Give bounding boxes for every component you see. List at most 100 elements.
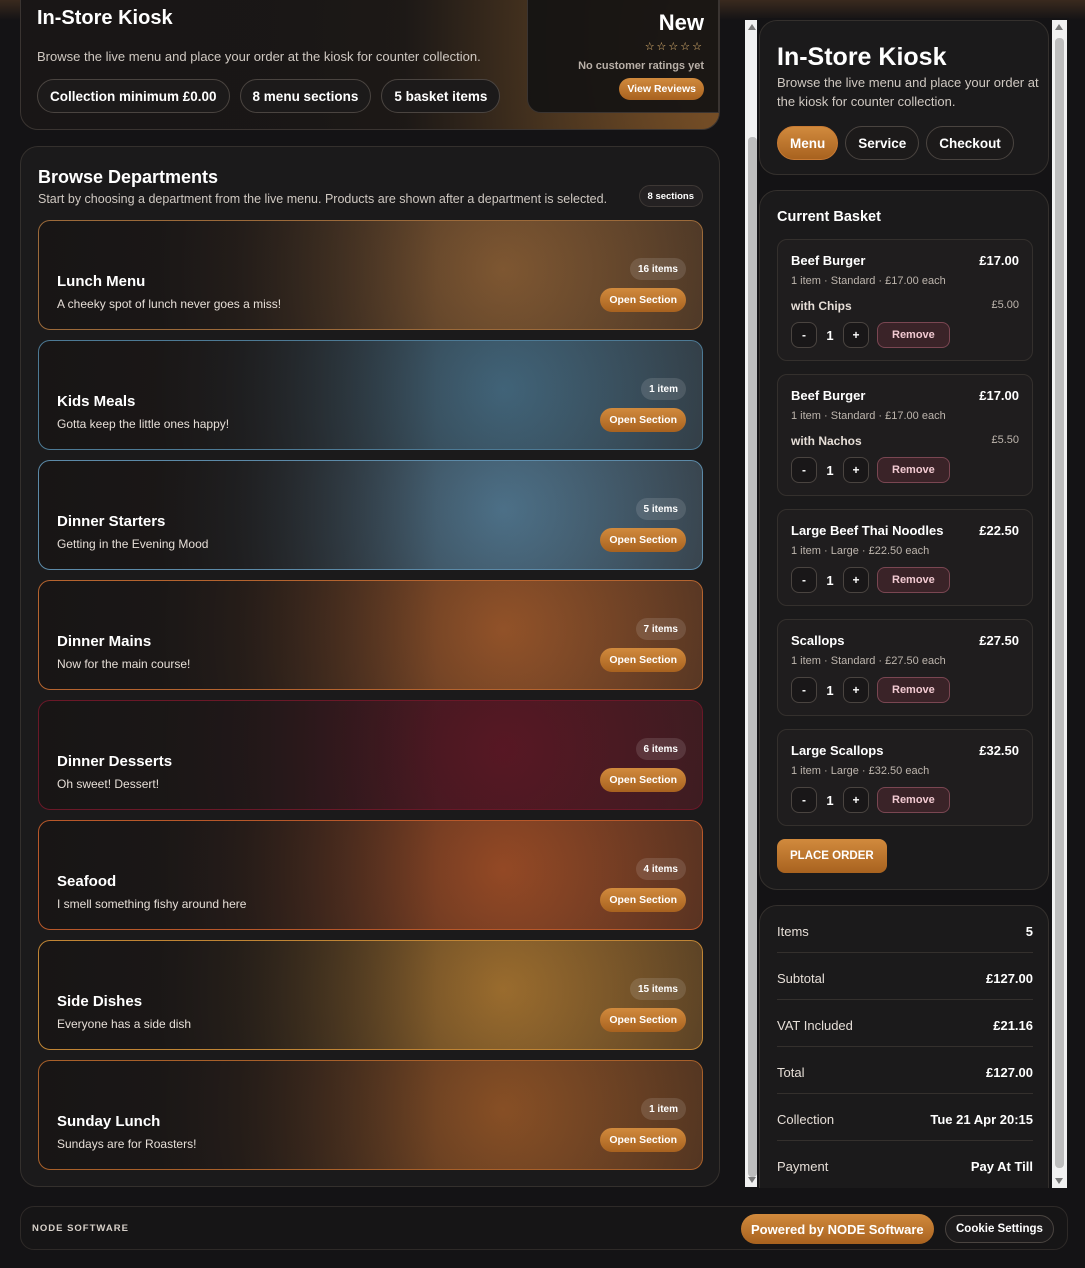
increase-quantity-button[interactable]: + [843,457,869,483]
basket-item-price: £17.00 [979,253,1019,268]
remove-item-button[interactable]: Remove [877,787,950,813]
increase-quantity-button[interactable]: + [843,787,869,813]
basket-item-details: 1 item · Standard · £27.50 each [791,655,946,667]
kiosk-subtitle: Browse the live menu and place your orde… [777,75,1039,109]
department-card[interactable]: Seafood I smell something fishy around he… [38,820,703,930]
basket-item: Large Scallops £32.50 1 item · Large · £32… [777,729,1033,826]
decrease-quantity-button[interactable]: - [791,457,817,483]
departments-title: Browse Departments [38,167,219,187]
summary-row: Collection Tue 21 Apr 20:15 [777,1094,1033,1141]
kiosk-title: In-Store Kiosk [777,43,947,71]
quantity-value: 1 [826,572,834,588]
scroll-up-icon[interactable] [748,24,756,30]
footer: NODE SOFTWARE Powered by NODE Software C… [20,1206,1068,1250]
basket-item: Scallops £27.50 1 item · Standard · £27.50… [777,619,1033,716]
decrease-quantity-button[interactable]: - [791,567,817,593]
basket-item-details: 1 item · Large · £32.50 each [791,765,930,777]
collection-minimum-chip: Collection minimum £0.00 [37,79,230,113]
open-section-button[interactable]: Open Section [600,288,686,312]
basket-item-extra: with Chips [791,299,852,313]
quantity-value: 1 [826,462,834,478]
hero-chips: Collection minimum £0.00 8 menu sections… [37,79,501,113]
quantity-value: 1 [826,682,834,698]
basket-item-extra-price: £5.50 [991,434,1019,446]
department-card[interactable]: Kids Meals Gotta keep the little ones hap… [38,340,703,450]
open-section-button[interactable]: Open Section [600,768,686,792]
department-card[interactable]: Lunch Menu A cheeky spot of lunch never g… [38,220,703,330]
department-description: Now for the main course! [57,657,191,671]
increase-quantity-button[interactable]: + [843,322,869,348]
basket-item-details: 1 item · Standard · £17.00 each [791,275,946,287]
department-item-count: 6 items [635,738,686,760]
place-order-button[interactable]: PLACE ORDER [777,839,887,873]
scroll-down-icon[interactable] [1055,1178,1063,1184]
basket-item-name: Beef Burger [791,388,866,403]
open-section-button[interactable]: Open Section [600,1128,686,1152]
decrease-quantity-button[interactable]: - [791,787,817,813]
kiosk-panel: In-Store Kiosk Browse the live menu and … [759,20,1049,175]
increase-quantity-button[interactable]: + [843,677,869,703]
summary-row: Payment Pay At Till [777,1141,1033,1188]
quantity-stepper: -1 + Remove [791,567,950,593]
summary-row: Subtotal £127.00 [777,953,1033,1000]
decrease-quantity-button[interactable]: - [791,322,817,348]
open-section-button[interactable]: Open Section [600,1008,686,1032]
basket-item: Large Beef Thai Noodles £22.50 1 item · La… [777,509,1033,606]
department-description: Getting in the Evening Mood [57,537,209,551]
department-description: Gotta keep the little ones happy! [57,417,230,431]
department-description: I smell something fishy around here [57,897,247,911]
basket-item-extra: with Nachos [791,434,862,448]
quantity-stepper: -1 + Remove [791,787,950,813]
summary-row: VAT Included £21.16 [777,1000,1033,1047]
basket-item-name: Beef Burger [791,253,866,268]
star-rating-icon: ☆☆☆☆☆ [644,41,704,53]
scroll-up-icon[interactable] [1055,24,1063,30]
sidebar-scrollbar[interactable] [1052,20,1067,1188]
department-card[interactable]: Dinner Starters Getting in the Evening Mo… [38,460,703,570]
rating-label: New [658,10,704,35]
tab-service[interactable]: Service [845,126,920,160]
basket-item-extra-price: £5.00 [991,299,1019,311]
powered-by-button[interactable]: Powered by NODE Software [741,1214,934,1244]
tab-menu[interactable]: Menu [777,126,839,160]
open-section-button[interactable]: Open Section [600,888,686,912]
kiosk-tabs: Menu Service Checkout [777,126,1014,160]
summary-value: 5 [1025,924,1033,939]
quantity-stepper: -1 + Remove [791,677,950,703]
open-section-button[interactable]: Open Section [600,528,686,552]
remove-item-button[interactable]: Remove [877,322,950,348]
hero-title: In-Store Kiosk [37,7,173,29]
remove-item-button[interactable]: Remove [877,677,950,703]
department-card[interactable]: Dinner Mains Now for the main course! 7 it… [38,580,703,690]
increase-quantity-button[interactable]: + [843,567,869,593]
open-section-button[interactable]: Open Section [600,648,686,672]
quantity-value: 1 [826,792,834,808]
basket-item-price: £32.50 [979,743,1019,758]
remove-item-button[interactable]: Remove [877,457,950,483]
department-name: Kids Meals [57,393,136,410]
tab-checkout[interactable]: Checkout [926,126,1014,160]
decrease-quantity-button[interactable]: - [791,677,817,703]
basket-panel: Current Basket Beef Burger £17.00 1 item ·… [759,190,1049,890]
department-name: Dinner Starters [57,513,166,530]
summary-label: Subtotal [777,971,825,986]
department-card[interactable]: Side Dishes Everyone has a side dish 15 it… [38,940,703,1050]
cookie-settings-button[interactable]: Cookie Settings [945,1215,1054,1243]
menu-sections-chip: 8 menu sections [239,79,372,113]
scrollbar-thumb[interactable] [748,137,757,1177]
department-description: Everyone has a side dish [57,1017,192,1031]
summary-label: Total [777,1065,805,1080]
open-section-button[interactable]: Open Section [600,408,686,432]
remove-item-button[interactable]: Remove [877,567,950,593]
department-description: Sundays are for Roasters! [57,1137,197,1151]
footer-brand: NODE SOFTWARE [32,1223,129,1234]
scroll-down-icon[interactable] [748,1177,756,1183]
basket-item: Beef Burger £17.00 1 item · Standard · £17… [777,239,1033,361]
summary-value: Pay At Till [970,1159,1033,1174]
basket-item-details: 1 item · Large · £22.50 each [791,545,930,557]
department-card[interactable]: Dinner Desserts Oh sweet! Dessert! 6 items… [38,700,703,810]
scrollbar-thumb[interactable] [1055,38,1064,1168]
view-reviews-button[interactable]: View Reviews [619,78,704,100]
department-card[interactable]: Sunday Lunch Sundays are for Roasters! 1 i… [38,1060,703,1170]
basket-item-price: £27.50 [979,633,1019,648]
